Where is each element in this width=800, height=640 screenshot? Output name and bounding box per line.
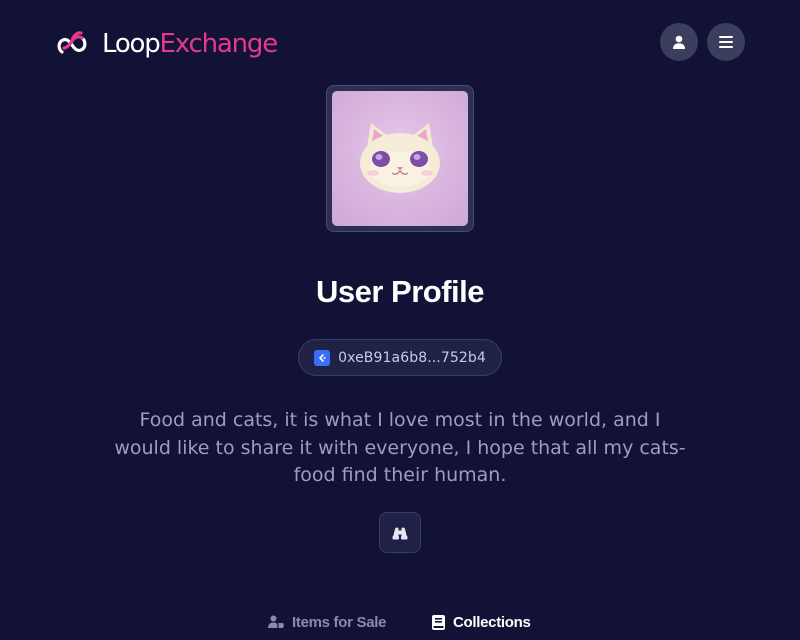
logo-text-exchange: Exchange — [159, 29, 279, 59]
binoculars-icon — [392, 527, 408, 539]
wallet-address: 0xeB91a6b8...752b4 — [338, 349, 486, 366]
chain-badge-icon — [314, 349, 331, 366]
tab-collections[interactable]: Collections — [432, 608, 531, 636]
header: LoopExchange — [0, 0, 800, 86]
tab-label-collections: Collections — [453, 613, 531, 631]
profile-avatar — [326, 85, 474, 232]
infinity-loop-logo-icon — [57, 31, 87, 54]
tab-label-items-for-sale: Items for Sale — [292, 613, 387, 631]
menu-icon — [719, 36, 733, 48]
user-icon — [673, 35, 685, 49]
profile-bio: Food and cats, it is what I love most in… — [114, 409, 686, 486]
cat-face-image-icon — [360, 122, 440, 193]
logo-text-loop: Loop — [102, 29, 161, 59]
profile-page: LoopExchange User Profile 0xeB91a6b8...7… — [0, 0, 800, 640]
logo-link[interactable]: LoopExchange — [55, 27, 279, 61]
explorer-button[interactable] — [379, 512, 421, 553]
book-icon — [432, 614, 445, 630]
logo-wordmark: LoopExchange — [102, 27, 279, 61]
tab-items-for-sale[interactable]: Items for Sale — [268, 608, 386, 636]
wallet-address-pill[interactable]: 0xeB91a6b8...752b4 — [298, 339, 502, 376]
profile-tabs: Items for Sale Collections — [0, 608, 800, 636]
menu-button[interactable] — [707, 23, 745, 61]
page-title: User Profile — [315, 274, 485, 309]
avatar-image — [332, 91, 468, 226]
profile-button[interactable] — [660, 23, 698, 61]
user-tag-icon — [268, 615, 284, 629]
